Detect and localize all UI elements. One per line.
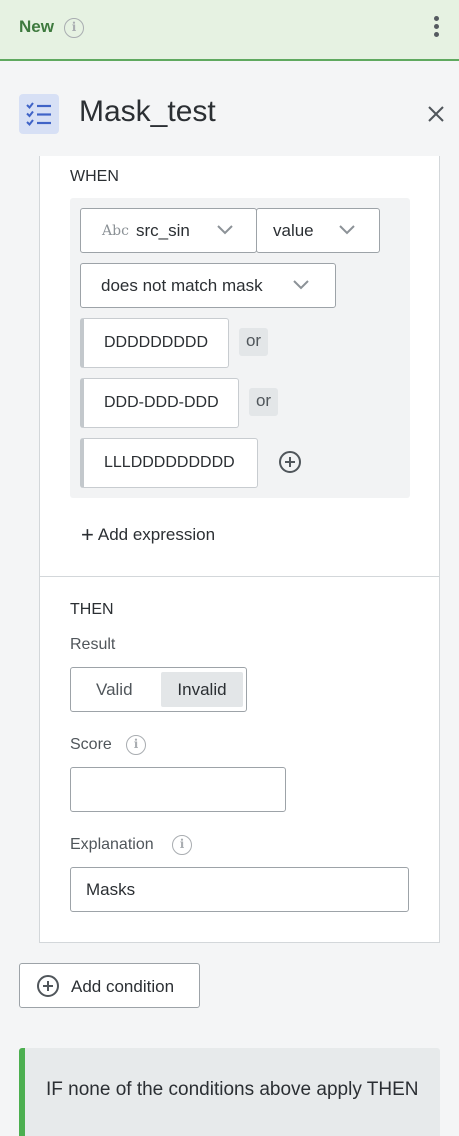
else-block: IF none of the conditions above apply TH…: [19, 1048, 440, 1136]
chevron-down-icon: [217, 225, 233, 235]
field-select[interactable]: Abc src_sin: [80, 208, 257, 253]
page-title: Mask_test: [79, 95, 216, 128]
status-label: New: [19, 17, 54, 36]
operator-select[interactable]: does not match mask: [80, 263, 336, 308]
chevron-down-icon: [339, 225, 355, 235]
condition-card: WHEN Abc src_sin value does not match ma…: [39, 156, 440, 943]
attribute-select[interactable]: value: [256, 208, 380, 253]
status-bar: New i: [0, 0, 459, 61]
explanation-input[interactable]: Masks: [70, 867, 409, 912]
attribute-select-value: value: [273, 221, 314, 240]
result-label: Result: [70, 636, 116, 653]
or-chip: or: [239, 328, 268, 356]
rule-header: Mask_test: [0, 62, 459, 156]
result-valid-option[interactable]: Valid: [96, 680, 133, 700]
info-icon[interactable]: i: [172, 835, 192, 855]
mask-input[interactable]: DDDDDDDDD: [80, 318, 229, 368]
result-toggle: Valid Invalid: [70, 667, 247, 712]
then-label: THEN: [70, 601, 114, 618]
info-icon[interactable]: i: [64, 18, 84, 38]
add-mask-icon[interactable]: [278, 450, 302, 474]
when-label: WHEN: [70, 168, 119, 185]
operator-select-value: does not match mask: [101, 276, 263, 295]
or-chip: or: [249, 388, 278, 416]
field-select-value: src_sin: [136, 221, 190, 240]
info-icon[interactable]: i: [126, 735, 146, 755]
mask-input[interactable]: LLLDDDDDDDDD: [80, 438, 258, 488]
score-label: Score: [70, 736, 112, 753]
plus-icon: +: [81, 522, 94, 547]
else-text: IF none of the conditions above apply TH…: [46, 1079, 419, 1100]
text-type-icon: Abc: [102, 223, 129, 239]
chevron-down-icon: [293, 280, 309, 290]
add-expression-button[interactable]: + Add expression: [81, 520, 215, 547]
score-input[interactable]: [70, 767, 286, 812]
add-condition-button[interactable]: Add condition: [19, 963, 200, 1008]
when-expression-box: Abc src_sin value does not match mask DD…: [70, 198, 410, 498]
divider: [40, 576, 439, 577]
checklist-icon: [19, 94, 59, 134]
close-icon[interactable]: [426, 104, 446, 124]
plus-circle-icon: [37, 975, 59, 997]
mask-input[interactable]: DDD-DDD-DDD: [80, 378, 239, 428]
add-condition-label: Add condition: [71, 977, 175, 996]
result-invalid-option[interactable]: Invalid: [161, 672, 243, 707]
kebab-menu-icon[interactable]: [430, 16, 442, 40]
explanation-label: Explanation: [70, 836, 154, 853]
